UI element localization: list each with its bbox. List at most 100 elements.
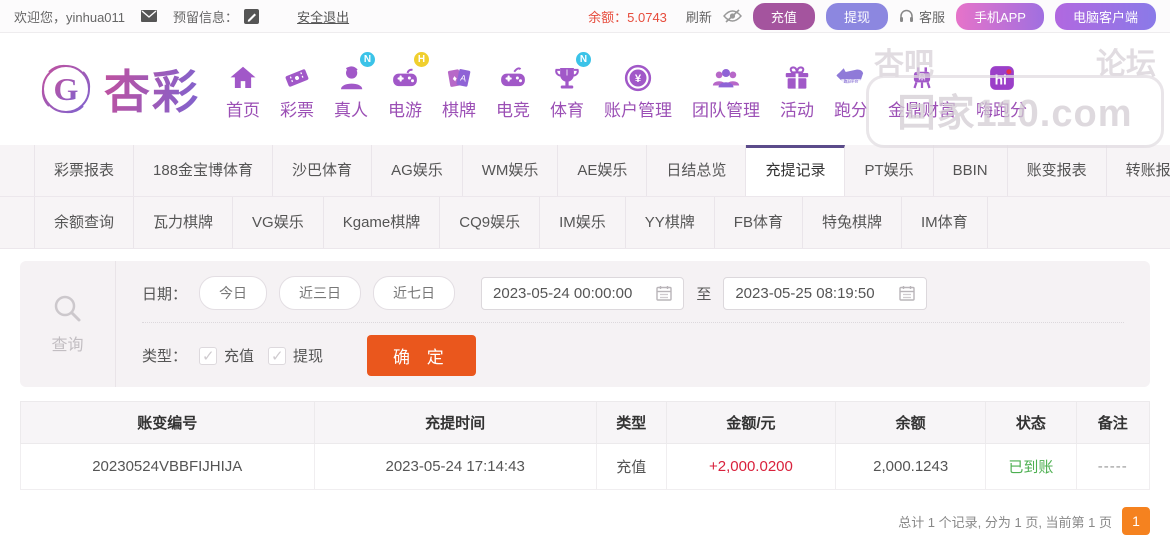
tab-188金宝博体育[interactable]: 188金宝博体育: [134, 145, 273, 196]
welcome-text: 欢迎您，yinhua011: [14, 7, 125, 26]
nav-item-嗨跑分[interactable]: hi嗨跑分: [966, 57, 1037, 121]
treasure-ding-icon: 鼎: [907, 57, 937, 93]
type-checkbox-充值[interactable]: [199, 347, 217, 365]
nav-item-彩票[interactable]: 彩票: [270, 57, 324, 121]
top-bar: 欢迎您，yinhua011 预留信息： 安全退出 余额：5.0743 刷新 充值…: [0, 0, 1170, 33]
brand-flower-icon: G: [36, 59, 96, 119]
date-to-label: 至: [696, 283, 711, 304]
nav-item-label: 账户管理: [604, 96, 672, 121]
records-table-wrap: 账变编号充提时间类型金额/元余额状态备注 20230524VBBFIJHIJA2…: [20, 401, 1150, 490]
tab-VG娱乐[interactable]: VG娱乐: [233, 197, 324, 248]
logout-link[interactable]: 安全退出: [297, 7, 349, 26]
nav-item-label: 棋牌: [442, 96, 476, 121]
envelope-icon[interactable]: [141, 10, 157, 22]
query-block[interactable]: 查询: [20, 261, 116, 387]
nav-item-电游[interactable]: 电游H: [378, 57, 432, 121]
tab-CQ9娱乐[interactable]: CQ9娱乐: [440, 197, 540, 248]
nav-item-首页[interactable]: 首页: [216, 57, 270, 121]
table-body: 20230524VBBFIJHIJA2023-05-24 17:14:43充值+…: [21, 444, 1150, 490]
headset-icon: [899, 9, 914, 23]
tab-AE娱乐[interactable]: AE娱乐: [558, 145, 647, 196]
date-from-input[interactable]: 2023-05-24 00:00:00: [481, 277, 684, 310]
tab-IM娱乐[interactable]: IM娱乐: [540, 197, 626, 248]
report-tabs-row2: 余额查询瓦力棋牌VG娱乐Kgame棋牌CQ9娱乐IM娱乐YY棋牌FB体育特兔棋牌…: [0, 197, 1170, 249]
table-cell: 已到账: [986, 444, 1076, 490]
svg-text:跑分平台: 跑分平台: [844, 78, 859, 83]
quick-range-今日[interactable]: 今日: [199, 276, 267, 310]
svg-text:¥: ¥: [635, 73, 642, 85]
tab-余额查询[interactable]: 余额查询: [34, 197, 134, 248]
lottery-ticket-icon: [282, 57, 312, 93]
confirm-button[interactable]: 确 定: [367, 335, 476, 376]
table-header-row: 账变编号充提时间类型金额/元余额状态备注: [21, 402, 1150, 444]
nav-item-账户管理[interactable]: ¥ 账户管理: [594, 57, 682, 121]
mobile-app-button[interactable]: 手机APP: [956, 3, 1044, 30]
edit-icon[interactable]: [244, 9, 259, 24]
tab-Kgame棋牌[interactable]: Kgame棋牌: [324, 197, 441, 248]
query-filter-panel: 查询 日期： 今日近三日近七日 2023-05-24 00:00:00 至 20…: [20, 261, 1150, 387]
date-to-input[interactable]: 2023-05-25 08:19:50: [723, 277, 926, 310]
nav-item-label: 活动: [780, 96, 814, 121]
table-header-cell: 金额/元: [666, 402, 835, 444]
pagination-bar: 总计 1 个记录, 分为 1 页, 当前第 1 页 1: [20, 507, 1150, 535]
tab-瓦力棋牌[interactable]: 瓦力棋牌: [134, 197, 233, 248]
tab-FB体育[interactable]: FB体育: [715, 197, 803, 248]
gift-icon: [782, 57, 812, 93]
tab-转账报表[interactable]: 转账报表: [1107, 145, 1170, 196]
filter-divider: [142, 322, 1124, 323]
nav-item-label: 电竞: [496, 96, 530, 121]
cards-icon: ♦A: [444, 57, 474, 93]
svg-text:G: G: [54, 71, 79, 107]
nav-item-label: 团队管理: [692, 96, 760, 121]
hi-app-icon: hi: [987, 57, 1017, 93]
query-label: 查询: [51, 331, 83, 355]
type-checkbox-提现[interactable]: [268, 347, 286, 365]
tab-YY棋牌[interactable]: YY棋牌: [626, 197, 715, 248]
type-label: 类型：: [142, 345, 187, 366]
pc-client-button[interactable]: 电脑客户端: [1055, 3, 1156, 30]
balance-value: 5.0743: [627, 10, 667, 25]
tab-充提记录[interactable]: 充提记录: [746, 145, 845, 196]
date-from-value: 2023-05-24 00:00:00: [493, 285, 632, 302]
tab-IM体育[interactable]: IM体育: [902, 197, 988, 248]
tab-WM娱乐[interactable]: WM娱乐: [463, 145, 559, 196]
quick-range-近三日[interactable]: 近三日: [279, 276, 361, 310]
tab-账变报表[interactable]: 账变报表: [1008, 145, 1107, 196]
nav-item-label: 真人: [334, 96, 368, 121]
nav-item-体育[interactable]: I体育N: [540, 57, 594, 121]
nav-item-棋牌[interactable]: ♦A 棋牌: [432, 57, 486, 121]
table-cell: 2023-05-24 17:14:43: [314, 444, 596, 490]
tab-PT娱乐[interactable]: PT娱乐: [845, 145, 933, 196]
tab-彩票报表[interactable]: 彩票报表: [34, 145, 134, 196]
tab-日结总览[interactable]: 日结总览: [647, 145, 746, 196]
customer-service-link[interactable]: 客服: [919, 7, 945, 26]
yen-coin-icon: ¥: [623, 57, 653, 93]
nav-item-电竞[interactable]: 电竞: [486, 57, 540, 121]
reserved-info-label: 预留信息：: [173, 7, 238, 26]
tab-BBIN[interactable]: BBIN: [934, 145, 1008, 196]
page-1-button[interactable]: 1: [1122, 507, 1150, 535]
records-table: 账变编号充提时间类型金额/元余额状态备注 20230524VBBFIJHIJA2…: [20, 401, 1150, 490]
calendar-icon[interactable]: [656, 285, 672, 301]
eye-off-icon[interactable]: [723, 9, 742, 23]
table-header-cell: 备注: [1076, 402, 1149, 444]
table-cell: -----: [1076, 444, 1149, 490]
date-label: 日期：: [142, 283, 187, 304]
tab-沙巴体育[interactable]: 沙巴体育: [273, 145, 372, 196]
nav-item-跑分[interactable]: 跑分平台跑分: [824, 57, 878, 121]
refresh-link[interactable]: 刷新: [686, 7, 712, 26]
quick-range-近七日[interactable]: 近七日: [373, 276, 455, 310]
type-option-label: 提现: [293, 345, 323, 366]
deposit-button[interactable]: 充值: [753, 3, 815, 30]
team-icon: [710, 57, 742, 93]
brand-logo[interactable]: G 杏彩: [36, 56, 200, 122]
calendar-icon[interactable]: [899, 285, 915, 301]
nav-item-团队管理[interactable]: 团队管理: [682, 57, 770, 121]
type-option-label: 充值: [224, 345, 254, 366]
tab-特兔棋牌[interactable]: 特兔棋牌: [803, 197, 902, 248]
tab-AG娱乐[interactable]: AG娱乐: [372, 145, 463, 196]
nav-item-活动[interactable]: 活动: [770, 57, 824, 121]
nav-item-金鼎财富[interactable]: 鼎金鼎财富: [878, 57, 966, 121]
withdraw-button[interactable]: 提现: [826, 3, 888, 30]
nav-item-真人[interactable]: 真人N: [324, 57, 378, 121]
